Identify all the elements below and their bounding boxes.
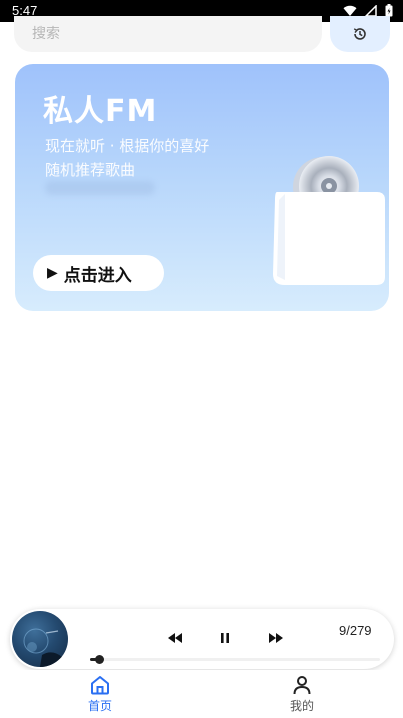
fm-title: 私人FM xyxy=(43,94,158,129)
private-fm-card[interactable]: 私人FM 现在就听 · 根据你的喜好 随机推荐歌曲 ▶ 点击进入 xyxy=(15,64,389,311)
enter-fm-label: 点击进入 xyxy=(63,265,132,286)
history-button[interactable] xyxy=(330,16,390,52)
fm-subtitle-line1: 现在就听 · 根据你的喜好 xyxy=(45,137,210,155)
history-icon xyxy=(353,28,366,40)
tab-home[interactable]: 首页 xyxy=(70,674,130,714)
fm-subtitle-line2: 随机推荐歌曲 xyxy=(45,161,136,179)
fm-decoration xyxy=(45,181,155,195)
tab-home-label: 首页 xyxy=(87,699,112,713)
rewind-icon xyxy=(168,633,182,643)
mini-player[interactable]: 9/279 xyxy=(10,609,394,669)
wifi-icon xyxy=(343,5,357,16)
tab-mine-label: 我的 xyxy=(289,699,314,713)
search-placeholder: 搜索 xyxy=(32,26,60,42)
search-input[interactable]: 搜索 xyxy=(14,16,322,52)
previous-button[interactable] xyxy=(162,625,188,651)
progress-track[interactable] xyxy=(90,658,380,661)
tab-mine[interactable]: 我的 xyxy=(272,674,332,714)
pause-button[interactable] xyxy=(212,625,238,651)
next-button[interactable] xyxy=(263,625,289,651)
person-icon xyxy=(293,676,311,695)
pause-icon xyxy=(221,633,229,643)
enter-fm-button[interactable]: ▶ 点击进入 xyxy=(33,255,164,291)
fast-forward-icon xyxy=(269,633,283,643)
play-icon: ▶ xyxy=(47,265,58,281)
progress-knob[interactable] xyxy=(95,655,104,664)
bottom-nav: 首页 我的 xyxy=(0,670,403,718)
signal-icon xyxy=(365,4,377,17)
home-icon xyxy=(91,676,109,695)
track-position: 9/279 xyxy=(339,623,372,638)
vinyl-box-illustration xyxy=(273,156,385,285)
album-art[interactable] xyxy=(12,611,68,667)
